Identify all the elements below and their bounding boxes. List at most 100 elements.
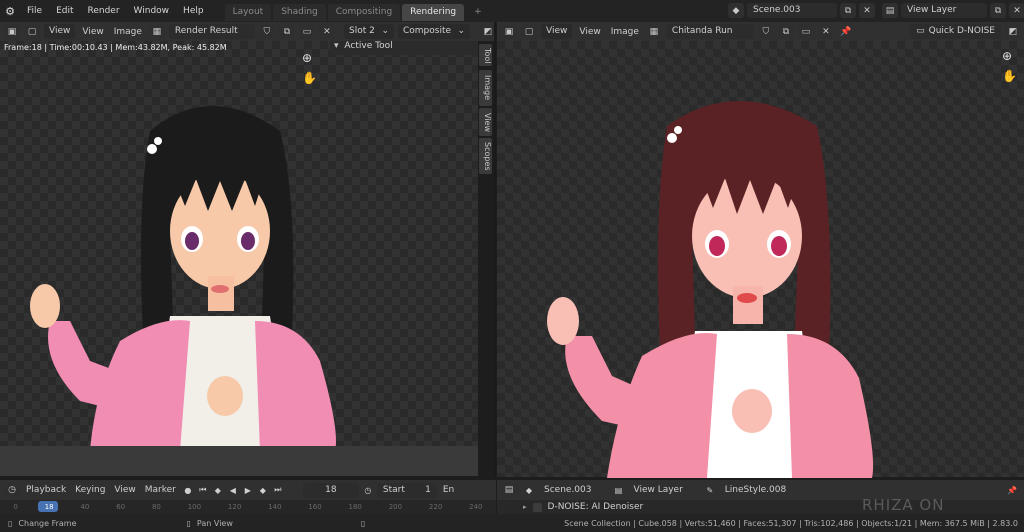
left-editor-header: ▣ ▢ View View Image ▦ Render Result ⛉ ⧉ … [0,22,340,41]
status-change-frame: Change Frame [18,518,77,528]
end-frame-field[interactable]: En [440,485,457,495]
mouse-left-icon: ▯ [8,518,13,528]
new-view-layer-icon[interactable]: ⧉ [990,3,1006,18]
left-canvas-empty-area [0,446,478,476]
timeline-ruler[interactable]: 0 18 40 60 80 100 120 140 160 180 200 220 240 [0,500,496,514]
scene-name-field[interactable]: Scene.003 [747,3,837,18]
breadcrumb-linestyle: LineStyle.008 [724,485,787,495]
menu-file[interactable]: File [20,0,49,22]
open-image-icon[interactable]: ▭ [797,24,814,39]
menu-window[interactable]: Window [127,0,177,22]
next-keyframe-icon[interactable]: ◆ [257,484,269,496]
side-tab-scopes[interactable]: Scopes [479,138,492,174]
blender-logo-icon[interactable]: ⚙ [0,5,20,18]
jump-end-icon[interactable]: ⏭ [272,484,284,496]
prev-keyframe-icon[interactable]: ◆ [212,484,224,496]
image-browse-icon[interactable]: ▦ [148,24,165,39]
editor-type-icon[interactable]: ▣ [4,24,20,39]
tab-shading[interactable]: Shading [273,3,326,21]
play-icon[interactable]: ▶ [242,484,254,496]
open-image-icon[interactable]: ▭ [298,24,315,39]
mouse-middle-icon: ▯ [186,518,191,528]
slot-header: Slot 2 ⌄ Composite ⌄ [340,22,478,41]
jump-start-icon[interactable]: ⏮ [197,484,209,496]
quick-dnoise-button[interactable]: ▭ Quick D-NOISE [910,24,1001,39]
mouse-right-icon: ▯ [360,518,366,528]
new-image-icon[interactable]: ⧉ [278,24,295,39]
fake-user-icon[interactable]: ⛉ [757,24,774,39]
menu-image[interactable]: Image [608,27,642,37]
start-frame-field[interactable]: Start 1 [376,482,437,498]
menu-keying[interactable]: Keying [72,485,108,495]
scene-icon[interactable]: ◆ [728,3,744,18]
tab-compositing[interactable]: Compositing [327,3,401,21]
pass-dropdown[interactable]: Composite ⌄ [398,24,470,39]
side-tab-image[interactable]: Image [479,70,492,106]
add-workspace-button[interactable]: + [466,4,490,21]
menu-view[interactable]: View [111,485,138,495]
unlink-image-icon[interactable]: ✕ [817,24,834,39]
tab-layout[interactable]: Layout [224,3,272,21]
side-tab-tool[interactable]: Tool [479,44,492,66]
timeline-editor-icon[interactable]: ◷ [4,482,20,498]
new-scene-icon[interactable]: ⧉ [840,3,856,18]
view-mode-icon[interactable]: ▢ [521,24,537,39]
image-name-field[interactable]: Chitanda Run !!!.png [665,24,754,51]
menu-help[interactable]: Help [176,0,211,22]
image-browse-icon[interactable]: ▦ [645,24,662,39]
scene-selector: ◆ Scene.003 ⧉ ✕ ▤ View Layer ⧉ ✕ [728,3,1024,18]
properties-editor-icon[interactable]: ▤ [501,482,517,498]
image-name-field[interactable]: Render Result [168,24,255,39]
zoom-icon[interactable]: ⊕ [1002,49,1012,63]
unlink-image-icon[interactable]: ✕ [318,24,335,39]
menu-render[interactable]: Render [81,0,127,22]
pin-icon[interactable]: 📌 [1006,484,1018,496]
view-mode-dropdown[interactable]: View [541,24,573,39]
slot-dropdown[interactable]: Slot 2 ⌄ [344,24,394,39]
menu-marker[interactable]: Marker [142,485,179,495]
dnoise-enable-checkbox[interactable] [532,502,542,512]
status-stats: Scene Collection | Cube.058 | Verts:51,4… [564,518,1018,528]
delete-scene-icon[interactable]: ✕ [859,3,875,18]
sidebar-toggle-icon[interactable]: ◩ [1005,24,1021,39]
editor-type-icon[interactable]: ▣ [501,24,517,39]
clock-icon[interactable]: ◷ [362,484,374,496]
dnoise-icon: ▭ [916,26,925,36]
tab-rendering[interactable]: Rendering [402,3,465,21]
view-layer-icon: ▤ [614,485,623,495]
active-tool-title: Active Tool [344,41,393,51]
breadcrumb-scene: Scene.003 [544,485,592,495]
view-layer-field[interactable]: View Layer [901,3,987,18]
status-pan-view: Pan View [196,518,233,528]
active-tool-panel[interactable]: ▾ Active Tool [330,41,478,55]
view-mode-icon[interactable]: ▢ [24,24,40,39]
editor-divider[interactable] [494,22,496,477]
menu-image[interactable]: Image [111,27,145,37]
pin-icon[interactable]: 📌 [838,24,854,39]
view-mode-dropdown[interactable]: View [44,24,76,39]
new-image-icon[interactable]: ⧉ [777,24,794,39]
side-tab-view[interactable]: View [479,108,492,136]
current-frame-field[interactable]: 18 [302,482,359,498]
render-info-text: Frame:18 | Time:00:10.43 | Mem:43.82M, P… [4,43,227,52]
fake-user-icon[interactable]: ⛉ [258,24,275,39]
menu-view[interactable]: View [79,27,106,37]
record-icon[interactable]: ● [182,484,194,496]
linestyle-icon: ✎ [706,485,714,495]
denoised-character-illustration [547,101,874,478]
scene-icon: ◆ [525,485,533,495]
expand-arrow-icon[interactable]: ▸ [523,503,527,511]
menu-edit[interactable]: Edit [49,0,80,22]
delete-view-layer-icon[interactable]: ✕ [1009,3,1024,18]
view-layer-icon[interactable]: ▤ [882,3,898,18]
left-image-canvas[interactable]: Frame:18 | Time:00:10.43 | Mem:43.82M, P… [0,41,478,451]
menu-view[interactable]: View [576,27,603,37]
hand-pan-icon[interactable]: ✋ [1002,69,1017,83]
menu-playback[interactable]: Playback [23,485,69,495]
timeline-header: ◷ Playback Keying View Marker ● ⏮ ◆ ◀ ▶ … [0,480,496,500]
breadcrumb-view-layer: View Layer [633,485,683,495]
character-illustration [30,106,336,451]
play-reverse-icon[interactable]: ◀ [227,484,239,496]
zoom-icon[interactable]: ⊕ [302,51,312,65]
right-image-canvas[interactable]: ⊕ ✋ ↖ [497,41,1024,478]
